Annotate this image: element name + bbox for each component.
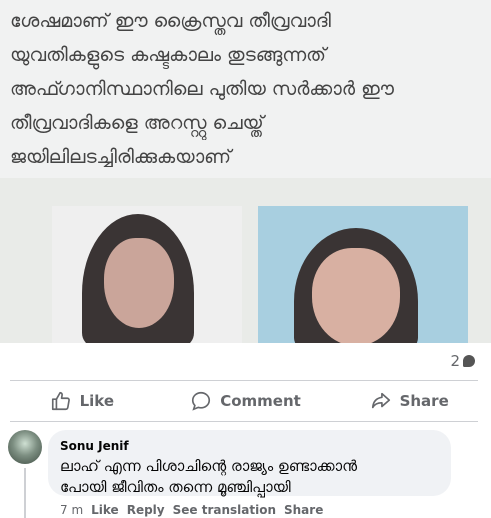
post-text-block: ശേഷമാണ് ഈ ക്രൈസ്തവ തീവ്രവാദി യുവതികളുടെ … xyxy=(0,0,491,178)
comment-actions: 7 m Like Reply See translation Share xyxy=(60,503,323,517)
post-text-line: ശേഷമാണ് ഈ ക്രൈസ്തവ തീവ്രവാദി xyxy=(10,10,331,32)
comment-text-line: ലാഹ് എന്ന പിശാചിന്റെ രാജ്യം ഉണ്ടാക്കാൻ xyxy=(60,457,358,475)
post-stats: 2 xyxy=(0,343,491,381)
like-button[interactable]: Like xyxy=(0,382,164,420)
comment-reply-link[interactable]: Reply xyxy=(127,503,165,517)
comment-like-link[interactable]: Like xyxy=(91,503,119,517)
post-image[interactable] xyxy=(0,178,491,343)
comment-icon xyxy=(192,391,211,411)
comment-bubble: Sonu Jenif ലാഹ് എന്ന പിശാചിന്റെ രാജ്യം ഉ… xyxy=(48,430,451,496)
comment-count[interactable]: 2 xyxy=(450,352,475,370)
divider xyxy=(10,421,478,422)
passport-photo-right xyxy=(258,206,468,343)
comment-time[interactable]: 7 m xyxy=(60,503,83,517)
comment-author[interactable]: Sonu Jenif xyxy=(60,438,439,454)
comment-button[interactable]: Comment xyxy=(164,382,328,420)
thread-line xyxy=(24,468,26,518)
divider xyxy=(10,380,478,381)
post-text-line: യുവതികളുടെ കഷ്ടകാലം തുടങ്ങുന്നത് xyxy=(10,44,327,66)
share-button[interactable]: Share xyxy=(327,382,491,420)
comment-text-line: പോയി ജീവിതം തന്നെ മൂഞ്ചിപ്പായി xyxy=(60,478,291,496)
comment-share-link[interactable]: Share xyxy=(284,503,323,517)
share-arrow-icon xyxy=(371,392,390,409)
share-label: Share xyxy=(399,392,449,410)
comment-count-value: 2 xyxy=(450,352,460,370)
see-translation-link[interactable]: See translation xyxy=(173,503,276,517)
comment-label: Comment xyxy=(220,392,301,410)
like-label: Like xyxy=(79,392,115,410)
comment-bubble-icon xyxy=(463,355,475,367)
passport-photo-left xyxy=(52,206,242,343)
thumbs-up-icon xyxy=(51,391,70,411)
post-text-line: തീവ്രവാദികളെ അറസ്റ്റു ചെയ്ത് xyxy=(10,112,264,134)
post-actions-bar: Like Comment Share xyxy=(0,382,491,420)
post-text-line: ജയിലിലടച്ചിരിക്കുകയാണ് xyxy=(10,146,232,168)
avatar[interactable] xyxy=(8,430,42,464)
post-text-line: അഫ്ഗാനിസ്ഥാനിലെ പുതിയ സർക്കാർ ഈ xyxy=(10,78,394,100)
